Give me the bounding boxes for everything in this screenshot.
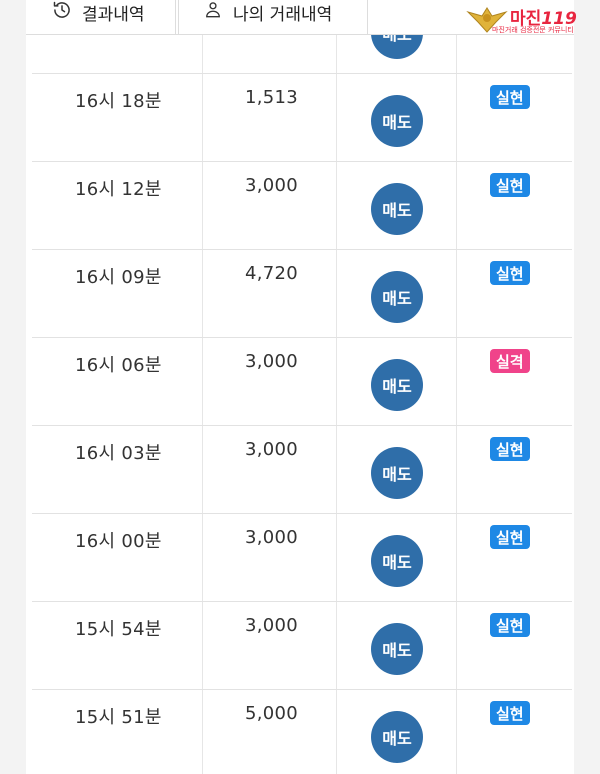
tab-my-trades-label: 나의 거래내역 [233, 5, 333, 25]
tab-my-trades[interactable]: 나의 거래내역 [178, 0, 368, 35]
amount-cell: 3,000 [203, 338, 337, 425]
trade-row: 16시 06분 3,000 매도 실격 [32, 338, 572, 426]
sell-button[interactable]: 매도 [371, 271, 423, 323]
result-cell: 실현 [457, 690, 572, 774]
result-badge: 실현 [490, 437, 530, 461]
watermark-logo: 마진119 마진거래 검증전문 커뮤니티 [466, 4, 596, 36]
time-cell: 16시 18분 [32, 74, 203, 161]
trade-amount: 1,513 [245, 87, 299, 108]
sell-button[interactable]: 매도 [371, 535, 423, 587]
trade-row: 16시 03분 3,000 매도 실현 [32, 426, 572, 514]
result-badge: 실격 [490, 349, 530, 373]
tab-results[interactable]: 결과내역 [26, 0, 176, 35]
action-cell: 매도 [337, 338, 457, 425]
result-badge: 실현 [490, 173, 530, 197]
action-cell: 매도 [337, 250, 457, 337]
result-badge: 실현 [490, 613, 530, 637]
result-badge: 실현 [490, 261, 530, 285]
trade-amount: 5,000 [245, 703, 299, 724]
action-cell: 매도 [337, 162, 457, 249]
user-icon [203, 0, 223, 20]
result-badge: 실현 [490, 701, 530, 725]
time-cell: 16시 09분 [32, 250, 203, 337]
trade-time: 16시 18분 [75, 91, 162, 112]
time-cell: 15시 54분 [32, 602, 203, 689]
trade-amount: 4,720 [245, 263, 299, 284]
result-cell: 실현 [457, 162, 572, 249]
sell-button[interactable]: 매도 [371, 447, 423, 499]
result-badge: 실현 [490, 85, 530, 109]
result-cell: 실격 [457, 338, 572, 425]
action-cell: 매도 [337, 426, 457, 513]
amount-cell: 3,000 [203, 602, 337, 689]
trade-time: 15시 51분 [75, 707, 162, 728]
trade-amount: 3,000 [245, 439, 299, 460]
time-cell: 16시 03분 [32, 426, 203, 513]
time-cell: 16시 12분 [32, 162, 203, 249]
sell-button[interactable]: 매도 [371, 711, 423, 763]
result-cell: 실현 [457, 514, 572, 601]
amount-cell: 3,000 [203, 162, 337, 249]
amount-cell: 5,000 [203, 690, 337, 774]
trade-row: 16시 00분 3,000 매도 실현 [32, 514, 572, 602]
tab-results-label: 결과내역 [82, 5, 145, 25]
trade-list: 16시 21분2,844매도실현16시 18분1,513매도실현16시 12분3… [32, 0, 572, 774]
time-cell: 16시 06분 [32, 338, 203, 425]
trade-history-panel: 결과내역 나의 거래내역 16시 21분2,844매도실현16시 18분1,51… [26, 0, 574, 774]
amount-cell: 3,000 [203, 426, 337, 513]
sell-button[interactable]: 매도 [371, 183, 423, 235]
trade-row: 16시 18분 1,513 매도 실현 [32, 74, 572, 162]
sell-button[interactable]: 매도 [371, 95, 423, 147]
trade-time: 16시 09분 [75, 267, 162, 288]
action-cell: 매도 [337, 602, 457, 689]
sell-button[interactable]: 매도 [371, 623, 423, 675]
amount-cell: 4,720 [203, 250, 337, 337]
trade-time: 15시 54분 [75, 619, 162, 640]
trade-amount: 3,000 [245, 351, 299, 372]
action-cell: 매도 [337, 690, 457, 774]
trade-time: 16시 06분 [75, 355, 162, 376]
trade-amount: 3,000 [245, 175, 299, 196]
trade-amount: 3,000 [245, 615, 299, 636]
watermark-tagline: 마진거래 검증전문 커뮤니티 [492, 26, 574, 34]
result-cell: 실현 [457, 602, 572, 689]
amount-cell: 3,000 [203, 514, 337, 601]
result-cell: 실현 [457, 74, 572, 161]
trade-amount: 3,000 [245, 527, 299, 548]
action-cell: 매도 [337, 514, 457, 601]
amount-cell: 1,513 [203, 74, 337, 161]
trade-row: 15시 51분 5,000 매도 실현 [32, 690, 572, 774]
trade-time: 16시 03분 [75, 443, 162, 464]
trade-time: 16시 00분 [75, 531, 162, 552]
sell-button[interactable]: 매도 [371, 359, 423, 411]
history-icon [52, 0, 72, 20]
time-cell: 15시 51분 [32, 690, 203, 774]
result-cell: 실현 [457, 250, 572, 337]
result-cell: 실현 [457, 426, 572, 513]
result-badge: 실현 [490, 525, 530, 549]
time-cell: 16시 00분 [32, 514, 203, 601]
trade-row: 16시 12분 3,000 매도 실현 [32, 162, 572, 250]
trade-row: 15시 54분 3,000 매도 실현 [32, 602, 572, 690]
action-cell: 매도 [337, 74, 457, 161]
trade-row: 16시 09분 4,720 매도 실현 [32, 250, 572, 338]
trade-time: 16시 12분 [75, 179, 162, 200]
